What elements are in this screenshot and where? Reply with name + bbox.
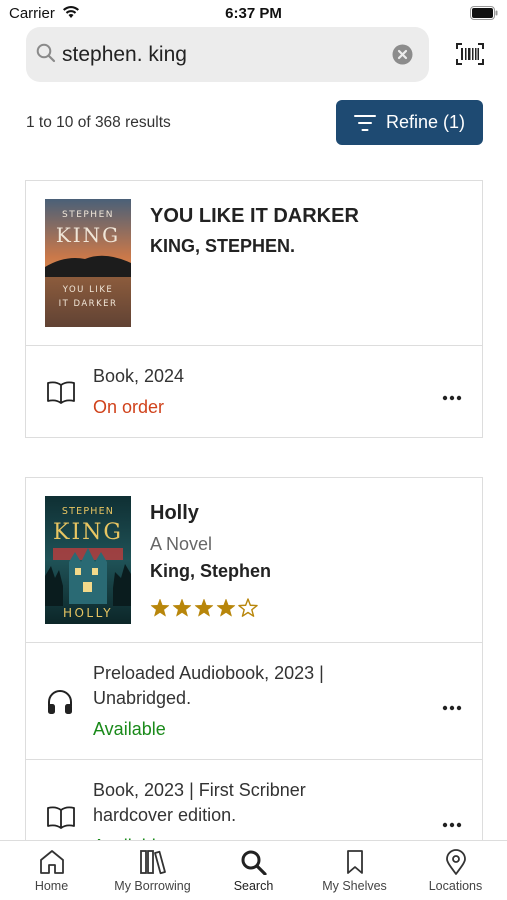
star-filled-icon <box>150 598 170 617</box>
availability-status: Available <box>93 719 166 739</box>
results-count: 1 to 10 of 368 results <box>26 114 171 131</box>
result-card[interactable]: STEPHEN KING HOLLY Holly A Novel King, S… <box>25 477 483 857</box>
headphones-icon <box>46 689 74 720</box>
more-options-icon[interactable] <box>442 388 462 406</box>
more-options-icon[interactable] <box>442 698 462 716</box>
star-filled-icon <box>172 598 192 617</box>
format-description-line2: hardcover edition. <box>93 805 237 825</box>
refine-button[interactable]: Refine (1) <box>336 100 483 145</box>
search-input[interactable]: stephen. king <box>62 43 187 67</box>
bookmark-icon <box>304 849 405 877</box>
refine-label: Refine (1) <box>386 112 466 132</box>
book-cover[interactable]: STEPHEN KING YOU LIKE IT DARKER <box>45 199 131 327</box>
book-icon <box>46 380 76 409</box>
cover-author-line2: KING <box>53 520 123 545</box>
star-empty-icon <box>238 598 258 617</box>
format-details: Book, 2024 On order <box>93 364 413 420</box>
clear-search-icon[interactable] <box>392 44 413 70</box>
availability-status: On order <box>93 397 165 417</box>
tab-search[interactable]: Search <box>203 841 304 900</box>
cover-author-line1: STEPHEN <box>62 210 114 220</box>
star-rating <box>150 598 262 623</box>
format-description-line2: Unabridged. <box>93 688 192 708</box>
tab-bar: Home My Borrowing Search My Shelves Loca… <box>0 840 507 900</box>
format-description: Book, 2023 | First Scribner <box>93 780 306 800</box>
book-cover[interactable]: STEPHEN KING HOLLY <box>45 496 131 624</box>
format-row[interactable]: Preloaded Audiobook, 2023 | Unabridged. … <box>26 643 482 760</box>
search-bar[interactable]: stephen. king <box>26 27 429 82</box>
home-icon <box>1 849 102 877</box>
result-header[interactable]: STEPHEN KING YOU LIKE IT DARKER YOU LIKE… <box>26 181 482 346</box>
cover-author-line1: STEPHEN <box>62 506 114 517</box>
tab-my-borrowing[interactable]: My Borrowing <box>102 841 203 900</box>
format-details: Preloaded Audiobook, 2023 | Unabridged. … <box>93 661 413 742</box>
battery-icon <box>470 6 498 25</box>
more-options-icon[interactable] <box>442 815 462 833</box>
cover-title-line2: IT DARKER <box>59 299 118 309</box>
search-icon <box>203 849 304 877</box>
star-filled-icon <box>216 598 236 617</box>
tab-my-shelves[interactable]: My Shelves <box>304 841 405 900</box>
book-title[interactable]: Holly <box>150 502 199 525</box>
status-bar: Carrier 6:37 PM <box>0 0 507 26</box>
format-description: Preloaded Audiobook, 2023 | <box>93 663 324 683</box>
book-subtitle: A Novel <box>150 534 213 554</box>
filter-icon <box>354 114 376 137</box>
format-row[interactable]: Book, 2024 On order <box>26 346 482 438</box>
location-pin-icon <box>405 849 506 877</box>
result-header[interactable]: STEPHEN KING HOLLY Holly A Novel King, S… <box>26 478 482 643</box>
format-description: Book, 2024 <box>93 366 185 386</box>
tab-locations[interactable]: Locations <box>405 841 506 900</box>
cover-author-line2: KING <box>56 223 120 247</box>
star-filled-icon <box>194 598 214 617</box>
search-icon <box>36 43 56 68</box>
book-title[interactable]: YOU LIKE IT DARKER <box>150 205 359 228</box>
result-card[interactable]: STEPHEN KING YOU LIKE IT DARKER YOU LIKE… <box>25 180 483 438</box>
book-author: King, Stephen <box>150 561 271 581</box>
cover-title-line1: YOU LIKE <box>62 285 114 295</box>
book-icon <box>46 805 76 834</box>
tab-label: Locations <box>428 879 483 893</box>
clock: 6:37 PM <box>225 5 282 22</box>
books-icon <box>102 849 203 877</box>
cover-title: HOLLY <box>63 606 113 620</box>
barcode-scan-icon[interactable] <box>456 43 484 70</box>
book-author: KING, STEPHEN. <box>150 236 296 256</box>
tab-home[interactable]: Home <box>1 841 102 900</box>
